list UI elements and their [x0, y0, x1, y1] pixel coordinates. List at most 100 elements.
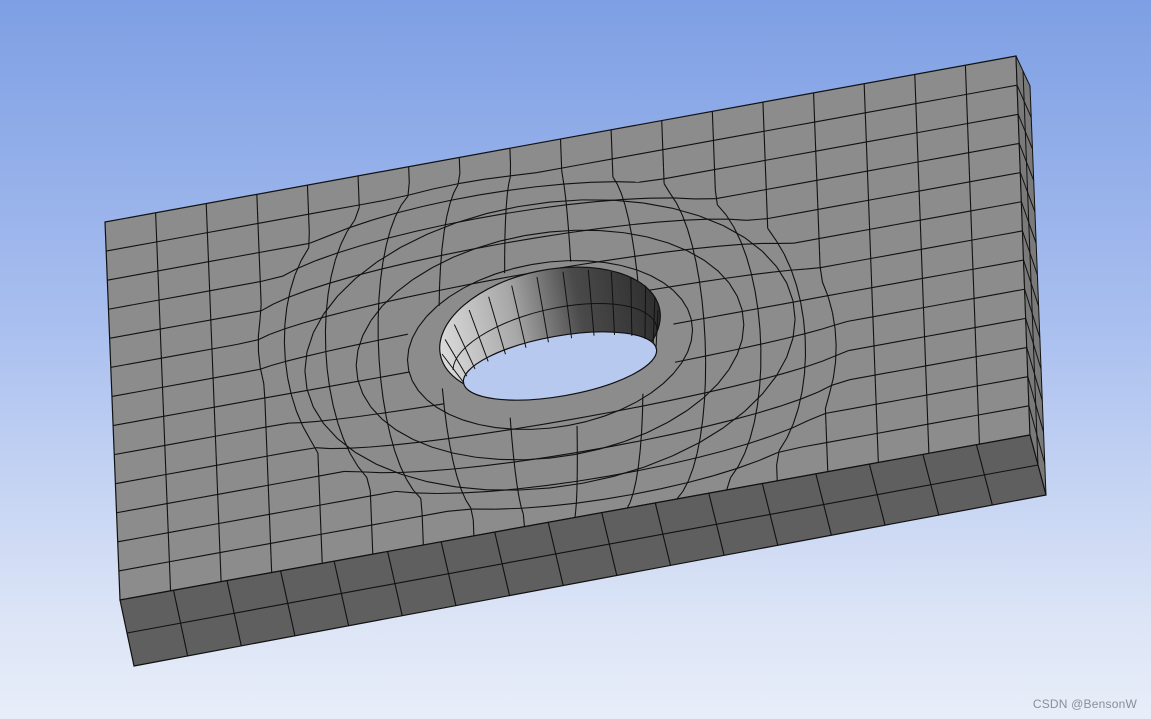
- mesh-edge: [308, 216, 310, 233]
- mesh-edge: [818, 234, 821, 251]
- mesh-edge: [213, 392, 215, 409]
- mesh-edge: [968, 175, 971, 192]
- mesh-edge: [210, 313, 212, 330]
- mesh-edge: [264, 399, 267, 415]
- mesh-edge: [219, 565, 222, 582]
- mesh-edge: [925, 390, 928, 406]
- mesh-edge: [258, 241, 260, 258]
- mesh-edge: [217, 502, 220, 519]
- mesh-edge: [927, 437, 930, 454]
- mesh-edge: [971, 254, 974, 271]
- mesh-edge: [874, 383, 877, 400]
- mesh-edge: [357, 175, 360, 192]
- mesh-edge: [776, 465, 778, 481]
- mesh-edge: [919, 216, 922, 233]
- mesh-edge: [216, 471, 218, 488]
- mesh-edge: [970, 207, 972, 224]
- mesh-edge: [267, 477, 270, 494]
- mesh-edge: [966, 112, 969, 129]
- mesh-edge: [973, 302, 976, 318]
- mesh-edge: [166, 496, 168, 513]
- mesh-edge: [317, 452, 320, 469]
- mesh-edge: [815, 155, 818, 172]
- mesh-edge: [214, 424, 217, 440]
- mesh-edge: [369, 491, 372, 507]
- mesh-edge: [762, 102, 765, 118]
- hole-wall-ring: [655, 325, 658, 331]
- mesh-edge: [917, 153, 919, 170]
- mesh-edge: [205, 203, 208, 220]
- mesh-edge: [924, 358, 927, 375]
- mesh-edge: [967, 144, 970, 160]
- mesh-edge: [268, 509, 271, 526]
- mesh-edge: [306, 185, 309, 201]
- mesh-edge: [970, 223, 973, 239]
- mesh-edge: [920, 232, 922, 249]
- mesh-edge: [661, 120, 663, 137]
- mesh-edge: [835, 345, 837, 362]
- mesh-edge: [206, 235, 209, 251]
- mesh-edge: [921, 263, 923, 280]
- mesh-edge: [422, 529, 424, 546]
- mesh-edge: [207, 250, 210, 267]
- mesh-edge: [763, 133, 766, 150]
- mesh-edge: [158, 307, 161, 324]
- mesh-edge: [504, 220, 507, 237]
- mesh-edge: [876, 415, 878, 431]
- mesh-edge: [408, 166, 410, 183]
- mesh-edge: [212, 376, 215, 393]
- mesh-edge: [925, 374, 928, 391]
- watermark-text: CSDN @BensonW: [1032, 697, 1137, 711]
- mesh-edge: [714, 174, 716, 191]
- graphics-viewport[interactable]: CSDN @BensonW: [0, 0, 1151, 719]
- mesh-edge: [868, 225, 871, 242]
- mesh-edge: [259, 288, 262, 305]
- mesh-edge: [872, 320, 875, 337]
- mesh-edge: [574, 510, 577, 518]
- mesh-edge: [866, 162, 869, 179]
- mesh-edge: [371, 538, 374, 555]
- mesh-edge: [164, 449, 167, 465]
- mesh-edge: [167, 527, 170, 544]
- mesh-edge: [370, 506, 373, 523]
- mesh-edge: [162, 401, 165, 418]
- mesh-edge: [317, 468, 320, 485]
- mesh-edge: [817, 203, 819, 220]
- mesh-edge: [662, 152, 665, 168]
- mesh-edge: [871, 288, 873, 305]
- mesh-edge: [873, 336, 875, 353]
- mesh-edge: [211, 345, 213, 362]
- mesh-edge: [590, 181, 616, 183]
- mesh-edge: [924, 342, 926, 359]
- mesh-edge: [977, 396, 979, 413]
- mesh-edge: [266, 446, 268, 463]
- mesh-edge: [914, 74, 916, 91]
- mesh-edge: [824, 408, 827, 425]
- mesh-edge: [868, 209, 871, 226]
- mesh-edge: [257, 225, 260, 242]
- mesh-edge: [161, 370, 164, 387]
- mesh-edge: [968, 159, 971, 176]
- mesh-edge: [818, 250, 821, 267]
- mesh-edge: [978, 428, 980, 445]
- mesh-edge: [865, 131, 868, 147]
- mesh-edge: [437, 492, 463, 495]
- mesh-edge: [917, 169, 920, 185]
- mesh-edge: [157, 275, 160, 292]
- mesh-edge: [863, 83, 866, 100]
- mesh-model[interactable]: [0, 0, 1151, 719]
- mesh-edge: [319, 500, 321, 517]
- mesh-edge: [765, 180, 768, 197]
- mesh-edge: [615, 181, 640, 183]
- mesh-edge: [877, 446, 879, 463]
- mesh-edge: [964, 65, 967, 82]
- mesh-edge: [712, 142, 715, 159]
- mesh-edge: [916, 137, 919, 154]
- mesh-edge: [814, 140, 817, 157]
- mesh-edge: [873, 351, 876, 368]
- mesh-edge: [208, 282, 211, 299]
- mesh-edge: [867, 178, 869, 195]
- mesh-edge: [975, 349, 978, 366]
- mesh-edge: [816, 187, 819, 204]
- mesh-edge: [662, 167, 665, 184]
